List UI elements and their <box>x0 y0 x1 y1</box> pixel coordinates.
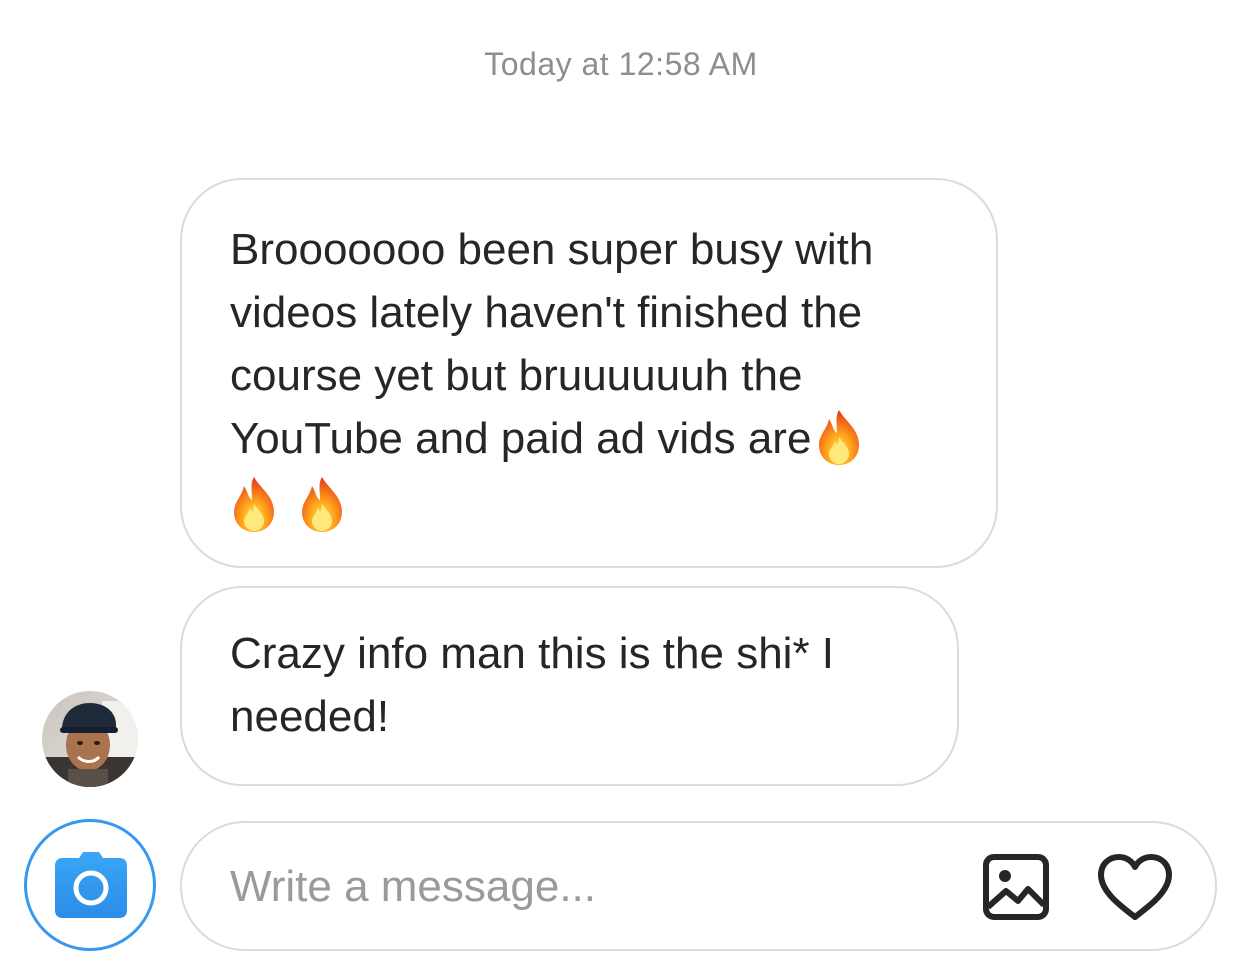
chat-screen: Today at 12:58 AM Brooooooo been super b… <box>0 0 1242 976</box>
message-text: Brooooooo been super busy with videos la… <box>230 225 874 463</box>
message-text: Crazy info man this is the shi* I needed… <box>230 629 835 741</box>
emoji-row <box>230 470 952 534</box>
thread-timestamp: Today at 12:58 AM <box>484 46 758 82</box>
like-button[interactable] <box>1097 853 1173 921</box>
message-composer <box>180 821 1217 951</box>
fire-emoji-icon <box>234 477 274 533</box>
message-bubble[interactable]: Crazy info man this is the shi* I needed… <box>180 586 959 786</box>
gallery-button[interactable] <box>982 853 1050 921</box>
message-input[interactable] <box>230 853 950 921</box>
message-bubble[interactable]: Brooooooo been super busy with videos la… <box>180 178 998 568</box>
fire-emoji-icon <box>819 410 860 465</box>
heart-icon <box>1098 854 1172 920</box>
camera-button[interactable] <box>24 819 156 951</box>
image-icon <box>983 854 1049 920</box>
fire-emoji-icon <box>302 477 342 533</box>
avatar[interactable] <box>42 691 138 787</box>
avatar-image <box>42 691 138 787</box>
camera-icon <box>55 852 127 918</box>
